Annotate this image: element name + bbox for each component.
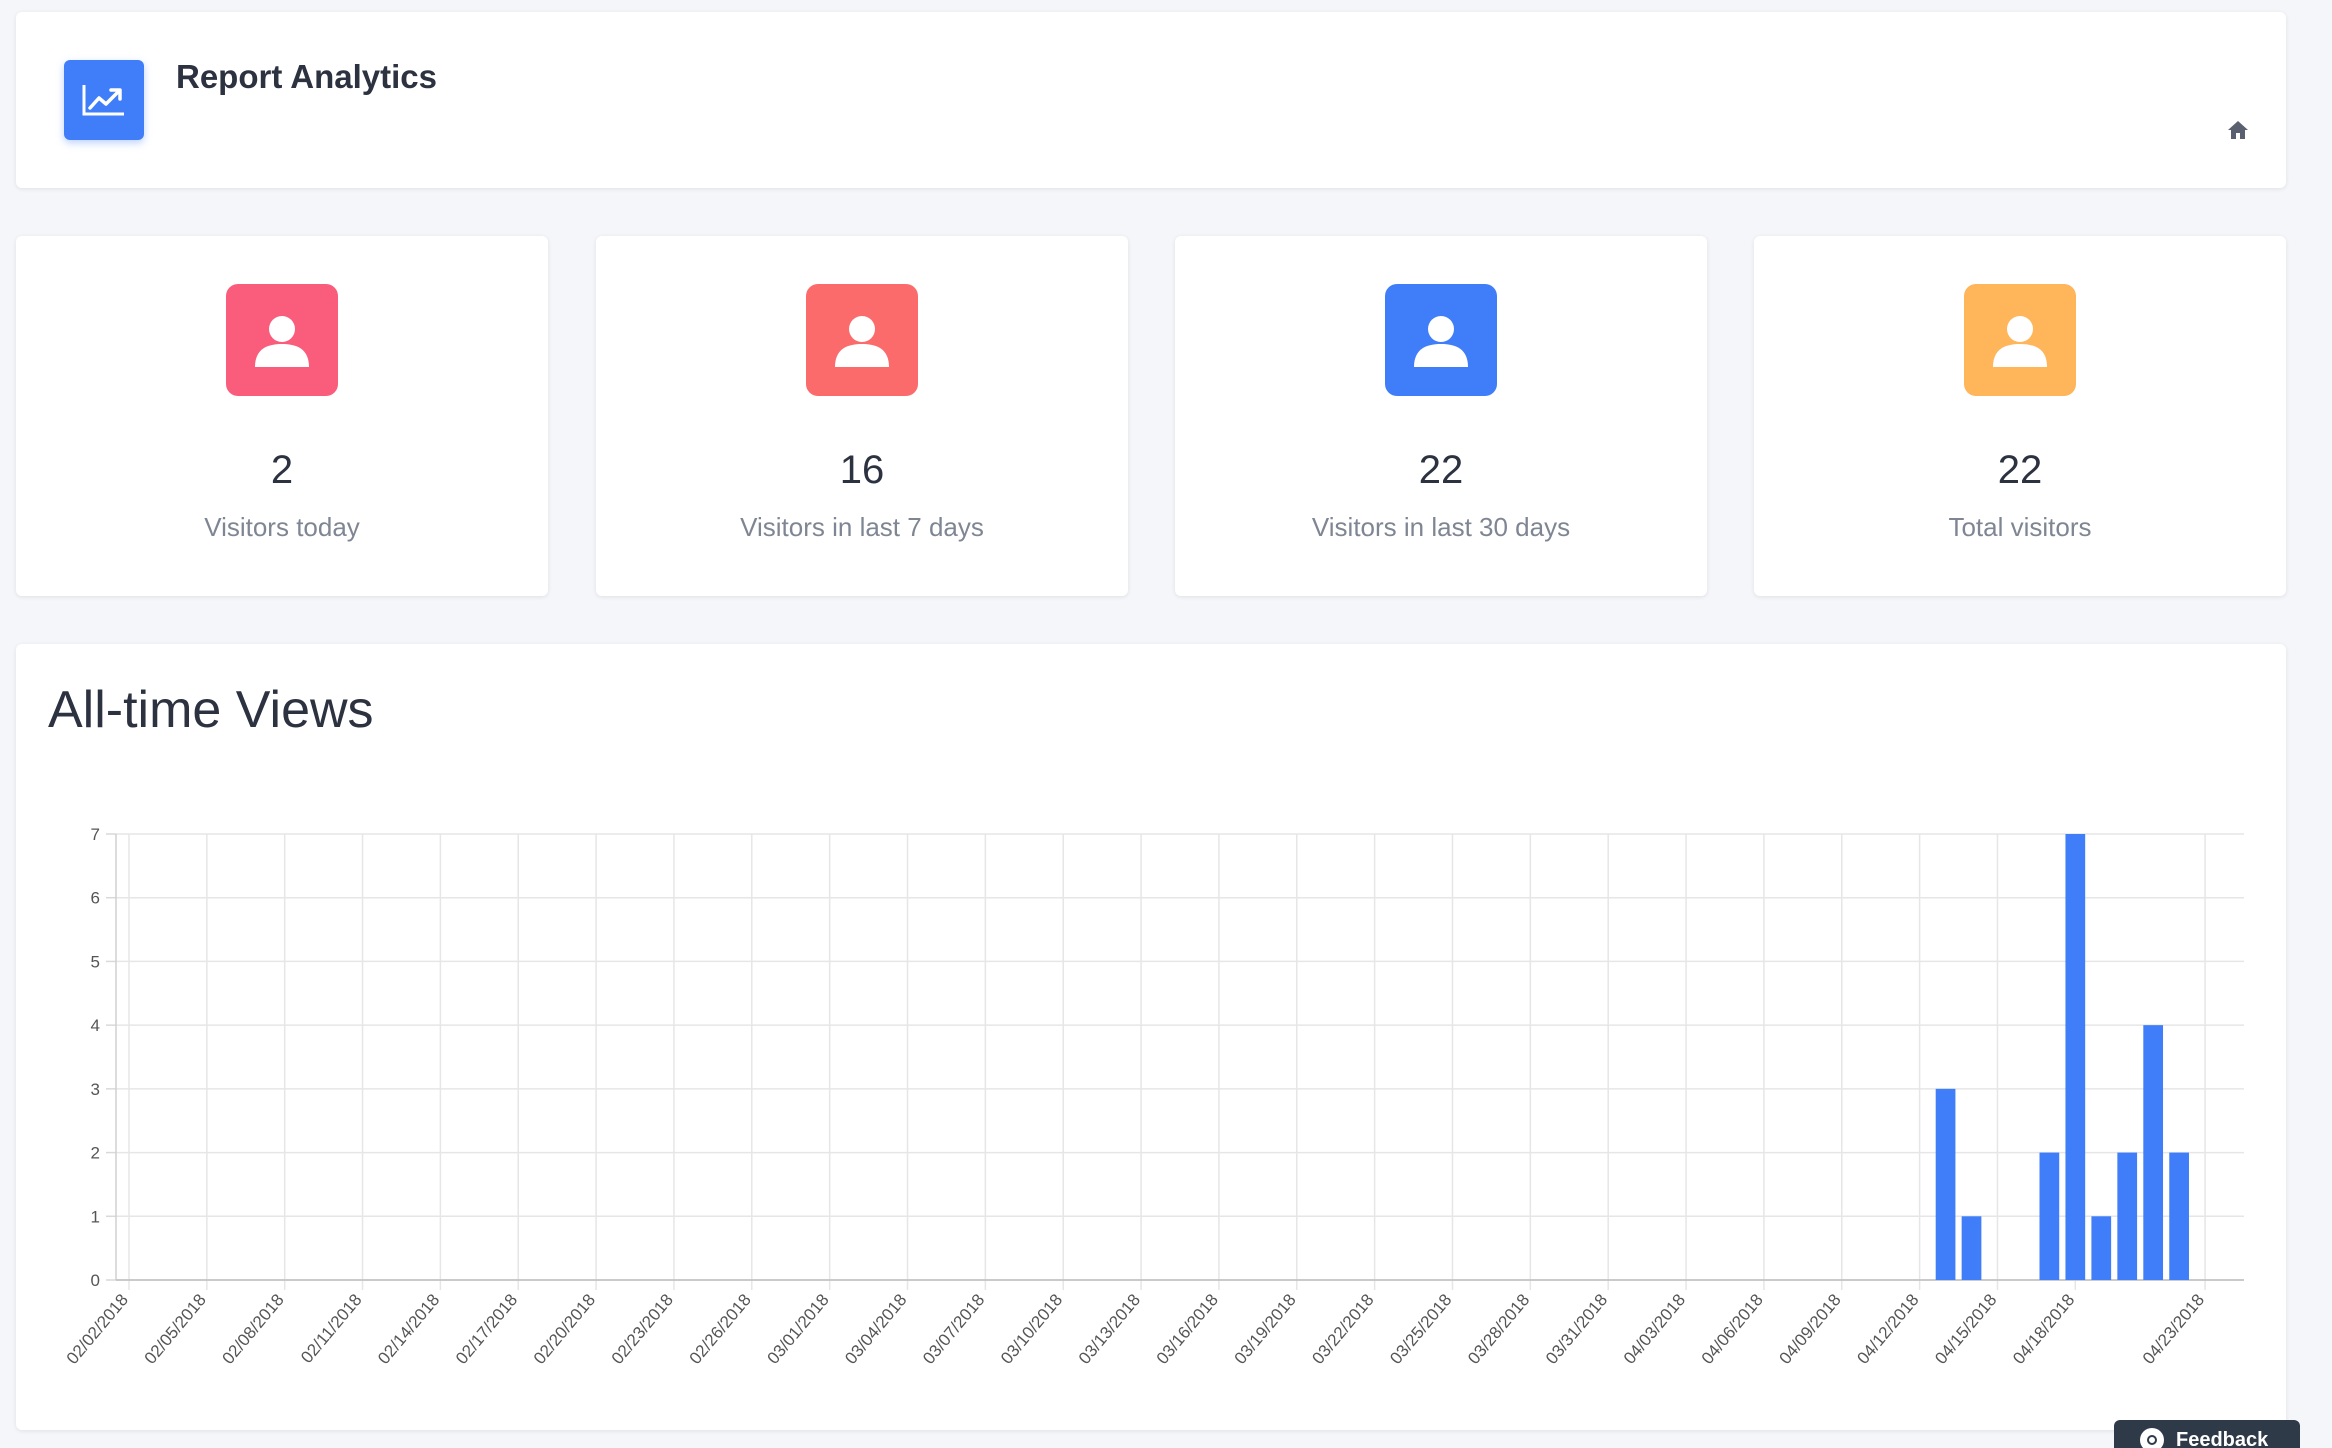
bar (1961, 1216, 1982, 1280)
user-icon (1385, 284, 1497, 396)
user-icon (806, 284, 918, 396)
stat-label: Visitors today (204, 512, 360, 542)
x-tick-label: 02/11/2018 (297, 1290, 365, 1366)
x-tick-label: 02/26/2018 (686, 1290, 755, 1367)
feedback-label: Feedback (2176, 1428, 2269, 1448)
y-tick-label: 2 (91, 1144, 100, 1163)
x-tick-label: 04/06/2018 (1698, 1290, 1767, 1367)
user-icon (226, 284, 338, 396)
y-tick-label: 4 (91, 1016, 100, 1035)
y-tick-label: 3 (91, 1080, 100, 1099)
x-tick-label: 03/07/2018 (919, 1290, 988, 1367)
x-tick-label: 04/15/2018 (1931, 1290, 2000, 1367)
bar (2143, 1025, 2164, 1280)
user-icon (1964, 284, 2076, 396)
stat-card-total-visitors: 22 Total visitors (1754, 236, 2286, 596)
home-icon[interactable] (2226, 118, 2250, 142)
bar (2091, 1216, 2112, 1280)
x-tick-label: 02/08/2018 (218, 1290, 287, 1367)
x-tick-label: 03/31/2018 (1542, 1290, 1611, 1367)
stat-card-visitors-30-days: 22 Visitors in last 30 days (1175, 236, 1707, 596)
x-tick-label: 04/23/2018 (2139, 1290, 2208, 1367)
x-tick-label: 04/03/2018 (1620, 1290, 1689, 1367)
x-tick-label: 04/18/2018 (2009, 1290, 2078, 1367)
x-tick-label: 03/10/2018 (997, 1290, 1066, 1367)
y-tick-label: 5 (91, 952, 100, 971)
x-tick-label: 04/12/2018 (1853, 1290, 1922, 1367)
stat-value: 2 (270, 448, 294, 492)
bar (2169, 1152, 2189, 1280)
camera-icon (2140, 1428, 2164, 1448)
x-tick-label: 02/23/2018 (608, 1290, 677, 1367)
x-tick-label: 03/22/2018 (1308, 1290, 1377, 1367)
x-tick-label: 02/02/2018 (63, 1290, 132, 1367)
y-tick-label: 7 (91, 825, 100, 844)
x-tick-label: 02/14/2018 (374, 1290, 443, 1367)
stat-card-visitors-7-days: 16 Visitors in last 7 days (596, 236, 1128, 596)
x-tick-label: 03/01/2018 (763, 1290, 832, 1367)
stat-value: 22 (1418, 448, 1464, 492)
stat-label: Visitors in last 7 days (740, 512, 984, 542)
bar (2065, 834, 2086, 1280)
stat-value: 22 (1997, 448, 2043, 492)
x-tick-label: 02/17/2018 (452, 1290, 521, 1367)
x-tick-label: 03/19/2018 (1231, 1290, 1300, 1367)
x-tick-label: 03/28/2018 (1464, 1290, 1533, 1367)
stat-label: Total visitors (1948, 512, 2092, 542)
stat-card-visitors-today: 2 Visitors today (16, 236, 548, 596)
stat-label: Visitors in last 30 days (1311, 512, 1571, 542)
bar (2117, 1152, 2138, 1280)
y-tick-label: 0 (91, 1271, 100, 1290)
all-time-views-chart: 0123456702/02/2018 02/05/2018 02/08/2018 02… (63, 825, 2244, 1368)
bar (1935, 1088, 1956, 1280)
x-tick-label: 02/20/2018 (530, 1290, 599, 1367)
bar (2039, 1152, 2060, 1280)
page-title: Report Analytics (176, 58, 438, 95)
all-time-views-card: All-time Views 0 1 2 3 4 5 6 7 02/02/2018 02/05/2… (16, 644, 2286, 1430)
y-tick-label: 6 (91, 889, 100, 908)
x-tick-label: 02/05/2018 (141, 1290, 210, 1367)
stat-value: 16 (839, 448, 885, 492)
x-tick-label: 03/25/2018 (1386, 1290, 1455, 1367)
x-tick-label: 04/09/2018 (1776, 1290, 1845, 1367)
x-tick-label: 03/04/2018 (841, 1290, 910, 1367)
x-tick-label: 03/16/2018 (1153, 1290, 1222, 1367)
y-tick-label: 1 (91, 1207, 100, 1226)
x-tick-label: 03/13/2018 (1075, 1290, 1144, 1367)
header-card: Report Analytics (16, 12, 2286, 188)
chart-line-icon (64, 60, 144, 140)
feedback-button[interactable]: Feedback (2114, 1420, 2300, 1448)
